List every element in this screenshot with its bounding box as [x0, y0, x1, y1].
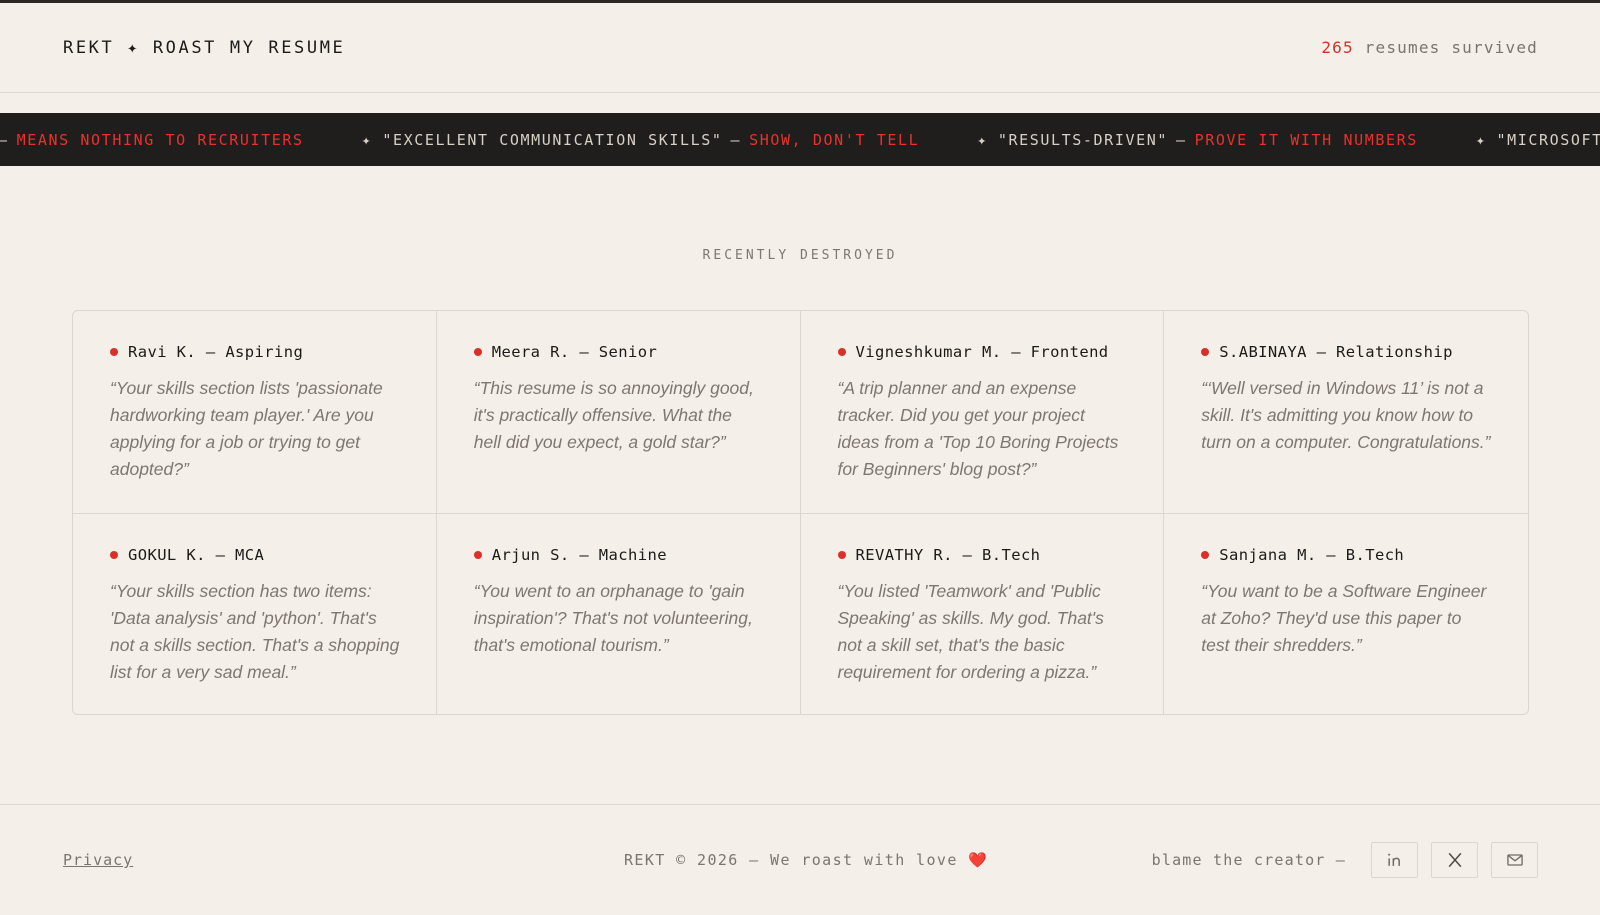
roast-name: Meera R. — Senior [491, 343, 658, 361]
status-dot [1201, 551, 1210, 559]
ticker-item: ✦ "EXCELLENT COMMUNICATION SKILLS" — SHO… [362, 131, 920, 149]
blame-label: blame the creator — [1151, 851, 1346, 869]
star-icon: ✦ [1475, 130, 1487, 149]
ticker-dash: — [730, 130, 742, 149]
roast-card[interactable]: Vigneshkumar M. — Frontend “A trip plann… [800, 311, 1165, 514]
x-icon [1448, 852, 1461, 868]
roast-card[interactable]: Ravi K. — Aspiring “Your skills section … [73, 311, 437, 514]
ticker-quote: "EXCELLENT COMMUNICATION SKILLS" [382, 130, 723, 149]
ticker-item: — MEANS NOTHING TO RECRUITERS [0, 131, 304, 149]
ticker-dash: — [1175, 130, 1187, 149]
ticker-quote: "MICROSOFT W [1496, 130, 1600, 149]
roast-name: Vigneshkumar M. — Frontend [855, 343, 1109, 361]
section-title: RECENTLY DESTROYED [702, 248, 898, 263]
roast-quote: “You want to be a Software Engineer at Z… [1201, 581, 1487, 655]
roast-name: S.ABINAYA — Relationship [1219, 343, 1453, 361]
roast-card[interactable]: Meera R. — Senior “This resume is so ann… [436, 311, 801, 514]
linkedin-icon [1387, 853, 1400, 866]
site-footer: Privacy REKT © 2026 — We roast with love… [0, 804, 1600, 915]
ticker-verdict: PROVE IT WITH NUMBERS [1194, 130, 1418, 149]
roast-quote: “Your skills section lists 'passionate h… [110, 378, 383, 479]
roast-quote: “Your skills section has two items: 'Dat… [110, 581, 400, 682]
roast-grid: Ravi K. — Aspiring “Your skills section … [72, 310, 1529, 715]
ticker-dash: — [0, 131, 9, 149]
ticker-quote: "RESULTS-DRIVEN" [997, 130, 1168, 149]
roast-quote: “This resume is so annoyingly good, it's… [473, 378, 754, 452]
roast-card[interactable]: GOKUL K. — MCA “Your skills section has … [73, 514, 437, 714]
roast-quote: “‘Well versed in Windows 11’ is not a sk… [1201, 378, 1491, 452]
star-icon: ✦ [977, 130, 988, 149]
roast-card-title: S.ABINAYA — Relationship [1201, 343, 1492, 361]
site-header: REKT ✦ ROAST MY RESUME 265 resumes survi… [0, 3, 1600, 93]
ticker-verdict: MEANS NOTHING TO RECRUITERS [16, 130, 304, 149]
mail-button[interactable] [1491, 842, 1538, 878]
roast-card-title: Vigneshkumar M. — Frontend [837, 343, 1128, 361]
roast-card-title: REVATHY R. — B.Tech [837, 546, 1128, 564]
roast-name: GOKUL K. — MCA [128, 546, 265, 564]
creator-links: blame the creator — [1152, 842, 1538, 878]
roast-card-title: GOKUL K. — MCA [110, 546, 400, 564]
roast-name: Ravi K. — Aspiring [128, 343, 304, 361]
status-dot [473, 551, 482, 559]
roast-quote: “A trip planner and an expense tracker. … [837, 378, 1119, 479]
survived-count: 265 [1321, 38, 1354, 57]
privacy-link[interactable]: Privacy [63, 851, 133, 869]
roast-card[interactable]: REVATHY R. — B.Tech “You listed 'Teamwor… [801, 514, 1165, 714]
roast-card[interactable]: Arjun S. — Machine “You went to an orpha… [437, 514, 801, 714]
status-dot [110, 551, 118, 559]
x-button[interactable] [1431, 842, 1478, 878]
roast-card-title: Ravi K. — Aspiring [110, 343, 400, 361]
mail-icon [1506, 854, 1523, 866]
status-dot [473, 348, 482, 356]
roast-ticker: — MEANS NOTHING TO RECRUITERS ✦ "EXCELLE… [0, 113, 1600, 166]
roast-card-title: Arjun S. — Machine [473, 546, 764, 564]
brand-logo[interactable]: REKT ✦ ROAST MY RESUME [63, 38, 345, 58]
status-dot [110, 348, 118, 356]
roast-quote: “You listed 'Teamwork' and 'Public Speak… [837, 581, 1104, 682]
roast-card[interactable]: S.ABINAYA — Relationship “‘Well versed i… [1164, 311, 1528, 514]
star-icon: ✦ [361, 130, 373, 149]
copyright-label: REKT © 2026 — We roast with love [624, 851, 958, 869]
linkedin-button[interactable] [1371, 842, 1418, 878]
roast-name: REVATHY R. — B.Tech [855, 546, 1041, 564]
status-dot [1201, 348, 1210, 356]
roast-name: Sanjana M. — B.Tech [1219, 546, 1405, 564]
ticker-item: ✦ "MICROSOFT W [1476, 131, 1600, 149]
roast-card-title: Sanjana M. — B.Tech [1201, 546, 1492, 564]
heart-icon: ❤️ [968, 851, 989, 869]
roast-card-title: Meera R. — Senior [473, 343, 764, 361]
ticker-verdict: SHOW, DON'T TELL [749, 130, 920, 149]
survived-counter: 265 resumes survived [1321, 38, 1538, 57]
status-dot [837, 551, 846, 559]
ticker-item: ✦ "RESULTS-DRIVEN" — PROVE IT WITH NUMBE… [977, 131, 1418, 149]
roast-name: Arjun S. — Machine [491, 546, 667, 564]
roast-quote: “You went to an orphanage to 'gain inspi… [473, 581, 753, 655]
roast-card[interactable]: Sanjana M. — B.Tech “You want to be a So… [1164, 514, 1528, 714]
ticker-track: — MEANS NOTHING TO RECRUITERS ✦ "EXCELLE… [0, 131, 1600, 149]
copyright-text: REKT © 2026 — We roast with love ❤️ [624, 851, 988, 869]
status-dot [837, 348, 846, 356]
survived-label: resumes survived [1364, 38, 1538, 57]
